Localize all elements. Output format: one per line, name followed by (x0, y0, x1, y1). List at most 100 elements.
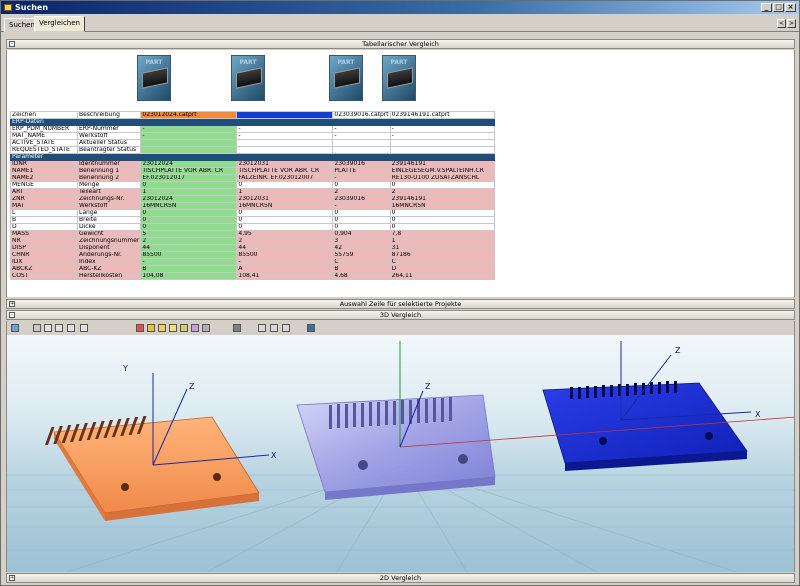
table-cell: D (389, 265, 495, 273)
table-cell: Benennung 1 (76, 167, 142, 175)
table-header-cell[interactable] (236, 111, 334, 119)
close-icon[interactable]: × (785, 3, 796, 12)
table-row[interactable]: ART Teileart 1 1 2 2 (10, 188, 495, 196)
table-row[interactable]: NAME2 Benennung 2 EF.023012017 FALZEINR. EF… (10, 174, 495, 182)
table-cell: B (332, 265, 391, 273)
table-header-cell[interactable]: Beschreibung (76, 111, 142, 119)
tabular-compare-title: Tabellarischer Vergleich (362, 40, 439, 48)
table-cell: ACTIVE_STATE (10, 139, 78, 147)
color-yellow-icon[interactable] (147, 324, 155, 332)
zoom-icon[interactable] (67, 324, 75, 332)
table-cell: 1 (140, 188, 238, 196)
part-thumbnail[interactable]: PART (231, 55, 265, 101)
table-row[interactable]: MASS Gewicht 5 4,95 0,904 7,8 (10, 230, 495, 238)
table-cell: MASS (10, 230, 78, 238)
table-cell: Beantragter Status (76, 146, 142, 154)
table-header-cell[interactable]: 023012024.catprt (140, 111, 238, 119)
table-cell: 0 (389, 216, 495, 224)
pan-icon[interactable] (44, 324, 52, 332)
table-cell: COST (10, 272, 78, 280)
table-cell: 2 (332, 188, 391, 196)
app-window: Suchen _ □ × Suchen Vergleichen < > - Ta… (0, 0, 800, 586)
table-cell: 0 (332, 181, 391, 189)
table-row[interactable]: L Länge 0 0 0 0 (10, 209, 495, 217)
undo-icon[interactable] (270, 324, 278, 332)
table-row[interactable]: REQUESTED_STATE Beantragter Status (10, 146, 495, 154)
table-row[interactable]: B Breite 0 0 0 0 (10, 216, 495, 224)
part-thumbnail[interactable]: PART (382, 55, 416, 101)
table-row[interactable]: ERP_PDM_NUMBER ERP-Nummer - - - - (10, 125, 495, 133)
tab-next-button[interactable]: > (787, 19, 796, 28)
view3d-header[interactable]: - 3D Vergleich (6, 310, 795, 320)
part-thumbnail[interactable]: PART (329, 55, 363, 101)
copy-icon[interactable] (169, 324, 177, 332)
tab-vergleichen[interactable]: Vergleichen (34, 16, 85, 32)
table-row[interactable]: MENGE Menge 0 0 0 0 (10, 181, 495, 189)
table-row[interactable]: CHNR Änderungs-Nr. 85500 85500 55759 87186 (10, 251, 495, 259)
redo-icon[interactable] (282, 324, 290, 332)
layers-icon[interactable] (191, 324, 199, 332)
table-row[interactable]: MAT_NAME Werkstoff - - - - (10, 132, 495, 140)
view3d-canvas[interactable]: Y X Z Z Z X (6, 335, 795, 572)
tab-bar: Suchen Vergleichen < > (1, 15, 799, 32)
table-cell: - (332, 174, 391, 182)
table-cell: DISP (10, 244, 78, 252)
section-icon[interactable] (258, 324, 266, 332)
tab-prev-button[interactable]: < (777, 19, 786, 28)
table-cell: REQUESTED_STATE (10, 146, 78, 154)
fit-view-icon[interactable] (11, 324, 19, 332)
table-cell: 23012031 (236, 160, 334, 168)
collapse-icon[interactable]: - (9, 312, 15, 318)
table-header-cell[interactable]: 0239146191.catprt (389, 111, 495, 119)
table-cell: Gewicht (76, 230, 142, 238)
table-row[interactable]: IDNR Identnummer 23012024 23012031 23039016 2… (10, 160, 495, 168)
table-header-cell[interactable]: 023039016.catprt (332, 111, 391, 119)
table-row[interactable]: IDX Index - - C C (10, 258, 495, 266)
table-header-cell[interactable]: Zeichen (10, 111, 78, 119)
table-row[interactable]: NAME1 Benennung 1 TISCHPLATTE VOR ABR. CR T… (10, 167, 495, 175)
expand-icon[interactable]: + (9, 301, 15, 307)
table-cell: IDNR (10, 160, 78, 168)
screenshot-icon[interactable] (307, 324, 315, 332)
table-section-row[interactable]: Parameter (10, 153, 495, 161)
view2d-header[interactable]: + 2D Vergleich (6, 573, 795, 583)
table-cell: D (10, 223, 78, 231)
measure-icon[interactable] (80, 324, 88, 332)
settings-icon[interactable] (202, 324, 210, 332)
table-cell: - (140, 125, 238, 133)
table-cell: L (10, 209, 78, 217)
section-label: Parameter (10, 153, 495, 161)
maximize-icon[interactable]: □ (773, 3, 784, 12)
table-cell: 23039016 (332, 195, 391, 203)
comparison-table: Zeichen Beschreibung 023012024.catprt 02303… (10, 111, 495, 280)
collapse-icon[interactable]: - (9, 41, 15, 47)
expand-icon[interactable]: + (9, 575, 15, 581)
table-row[interactable]: ZNR Zeichnungs-Nr. 23012024 23012031 2303901… (10, 195, 495, 203)
table-row[interactable]: NR Zeichnungsnummer 2 2 3 1 (10, 237, 495, 245)
table-cell: Herstellkosten (76, 272, 142, 280)
minimize-icon[interactable]: _ (761, 3, 772, 12)
table-row[interactable]: ACTIVE_STATE Aktueller Status (10, 139, 495, 147)
row-selection-title: Auswahl Zeile für selektierte Projekte (339, 300, 462, 308)
grid-icon[interactable] (233, 324, 241, 332)
row-selection-header[interactable]: + Auswahl Zeile für selektierte Projekte (6, 299, 795, 309)
table-cell: 104,08 (140, 272, 238, 280)
table-row[interactable]: COST Herstellkosten 104,08 108,41 4,68 264,11 (10, 272, 495, 280)
folder-icon[interactable] (158, 324, 166, 332)
table-row[interactable]: MAT Werkstoff 16MNCR5N 16MNCR5N -16MNCR5N (10, 202, 495, 210)
table-row[interactable]: DISP Disponent 44 44 42 31 (10, 244, 495, 252)
table-section-row[interactable]: ERP-Daten (10, 118, 495, 126)
paste-icon[interactable] (180, 324, 188, 332)
table-row[interactable]: D Dicke 0 0 0 0 (10, 223, 495, 231)
table-cell: MAT_NAME (10, 132, 78, 140)
table-row[interactable]: ABCKZ ABC-KZ B A B D (10, 265, 495, 273)
table-cell: 3 (332, 237, 391, 245)
tabular-compare-header[interactable]: - Tabellarischer Vergleich (6, 39, 795, 49)
color-red-icon[interactable] (136, 324, 144, 332)
rotate-icon[interactable] (55, 324, 63, 332)
table-cell: Identnummer (76, 160, 142, 168)
table-cell: 2 (140, 237, 238, 245)
table-cell (140, 139, 238, 147)
select-icon[interactable] (33, 324, 41, 332)
part-thumbnail[interactable]: PART (137, 55, 171, 101)
